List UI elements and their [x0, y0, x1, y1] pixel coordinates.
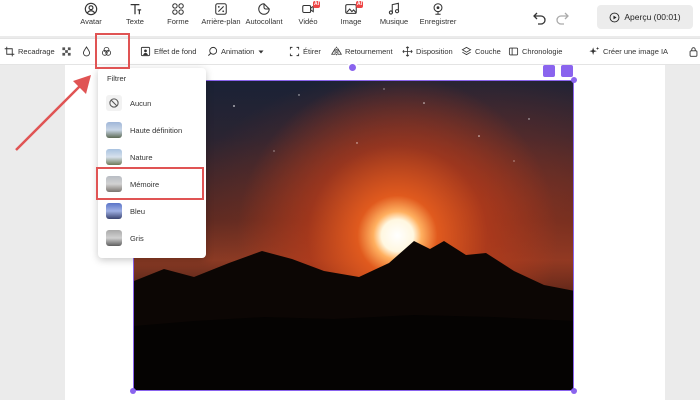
- filter-option-gray[interactable]: Gris: [106, 228, 198, 248]
- resize-handle-top-right[interactable]: [571, 77, 577, 83]
- layers-icon: [461, 46, 472, 56]
- layout-label: Disposition: [416, 47, 453, 56]
- timeline-label: Chronologie: [522, 47, 563, 56]
- video-label: Vidéo: [298, 17, 318, 26]
- crop-icon: [4, 46, 15, 57]
- background-effect-icon: [140, 46, 151, 57]
- flip-label: Retournement: [345, 47, 393, 56]
- animation-button[interactable]: Animation: [207, 39, 268, 64]
- resize-handle-bottom-right[interactable]: [571, 388, 577, 394]
- flip-icon: [331, 46, 342, 57]
- top-toolbar: Avatar Texte Forme Arrière-plan Autocoll…: [0, 0, 700, 36]
- play-icon: [609, 12, 620, 22]
- text-icon: [130, 4, 142, 15]
- checkerboard-icon: [62, 47, 71, 56]
- layer-label: Couche: [475, 47, 501, 56]
- text-label: Texte: [126, 17, 144, 26]
- filter-option-label: Aucun: [130, 98, 152, 108]
- record-icon: [433, 3, 443, 15]
- background-effect-label: Effet de fond: [154, 47, 197, 56]
- redo-icon[interactable]: [554, 9, 570, 25]
- filter-menu-title: Filtrer: [107, 74, 127, 83]
- resize-handle-bottom-left[interactable]: [130, 388, 136, 394]
- image-label: Image: [340, 17, 362, 26]
- lock-icon: [689, 47, 698, 57]
- avatar-label: Avatar: [80, 17, 102, 26]
- background-label: Arrière-plan: [201, 17, 241, 26]
- animation-icon: [208, 46, 218, 56]
- filter-thumbnail: [106, 122, 122, 138]
- transparency-button[interactable]: [61, 39, 75, 64]
- filter-option-label: Gris: [130, 233, 144, 243]
- record-tool[interactable]: Enregistrer: [410, 2, 466, 26]
- ai-image-button[interactable]: Créer une image IA: [589, 39, 668, 64]
- background-icon: [215, 3, 227, 15]
- filter-button-highlight: [95, 33, 130, 69]
- filter-option-label: Haute définition: [130, 125, 183, 135]
- preview-button[interactable]: Aperçu (00:01): [597, 5, 693, 29]
- memory-option-highlight: [96, 167, 204, 200]
- add-icon[interactable]: [561, 65, 573, 77]
- drop-icon: [82, 46, 91, 57]
- crop-button[interactable]: Recadrage: [4, 39, 55, 64]
- adjust-button[interactable]: [81, 39, 95, 64]
- avatar-icon: [84, 2, 98, 16]
- shape-label: Forme: [167, 17, 189, 26]
- sparkle-icon: [589, 46, 600, 55]
- sticker-label: Autocollant: [245, 17, 283, 26]
- move-arrows-icon: [402, 46, 413, 57]
- filter-thumbnail: [106, 149, 122, 165]
- flip-button[interactable]: Retournement: [331, 39, 393, 64]
- layout-button[interactable]: Disposition: [402, 39, 453, 64]
- filter-option-nature[interactable]: Nature: [106, 147, 198, 167]
- music-icon: [388, 2, 400, 15]
- image-ai-badge: AI: [356, 1, 363, 8]
- none-icon: [106, 95, 122, 111]
- more-button[interactable]: [688, 39, 700, 64]
- filter-thumbnail: [106, 230, 122, 246]
- record-label: Enregistrer: [419, 17, 457, 26]
- filter-thumbnail: [106, 203, 122, 219]
- filter-option-blue[interactable]: Bleu: [106, 201, 198, 221]
- chevron-down-icon: [258, 50, 264, 53]
- filter-option-none[interactable]: Aucun: [106, 93, 198, 113]
- animation-label: Animation: [221, 47, 255, 56]
- timeline-icon: [508, 47, 519, 56]
- preview-label: Aperçu (00:01): [624, 12, 681, 22]
- ai-image-label: Créer une image IA: [603, 47, 669, 56]
- sticker-icon: [258, 3, 270, 15]
- filter-option-label: Nature: [130, 152, 153, 162]
- filter-option-label: Bleu: [130, 206, 146, 216]
- crop-label: Recadrage: [18, 47, 55, 56]
- replace-image-icon[interactable]: [543, 65, 555, 77]
- music-label: Musique: [379, 17, 409, 26]
- video-ai-badge: AI: [313, 1, 320, 8]
- undo-icon[interactable]: [532, 9, 548, 25]
- background-effect-button[interactable]: Effet de fond: [140, 39, 196, 64]
- filter-option-hd[interactable]: Haute définition: [106, 120, 198, 140]
- stretch-icon: [289, 46, 300, 57]
- timeline-button[interactable]: Chronologie: [508, 39, 562, 64]
- layer-button[interactable]: Couche: [461, 39, 501, 64]
- filter-menu: Filtrer Aucun Haute définition Nature Mé…: [98, 68, 206, 258]
- rotate-handle[interactable]: [347, 62, 358, 73]
- shapes-icon: [172, 3, 184, 15]
- stretch-label: Étirer: [303, 47, 321, 56]
- stretch-button[interactable]: Étirer: [289, 39, 321, 64]
